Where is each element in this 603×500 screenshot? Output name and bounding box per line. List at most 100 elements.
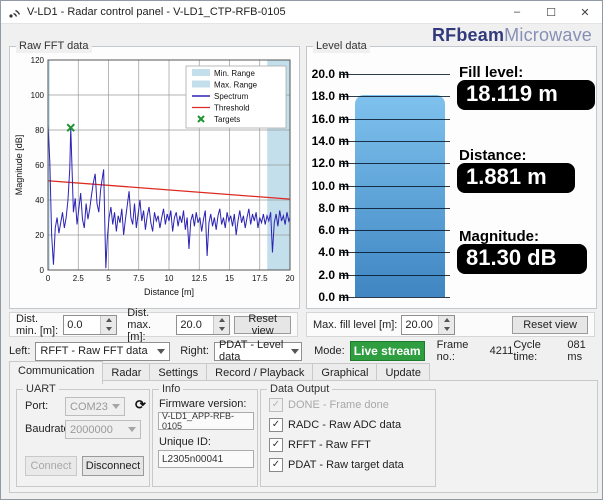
tank-scale-line — [341, 207, 450, 209]
tank-scale-line — [341, 252, 450, 254]
x-axis-label: Distance [m] — [144, 287, 194, 297]
frame-no-label: Frame no.: — [436, 339, 469, 363]
tank-scale-label: 10.0 m — [311, 178, 349, 193]
dist-min-stepper[interactable]: 0.0 — [63, 314, 118, 335]
tank-scale-label: 2.0 m — [318, 267, 349, 282]
unique-id-field: L2305n00041 — [158, 450, 254, 468]
tank-scale-label: 18.0 m — [311, 89, 349, 104]
chevron-down-icon — [108, 404, 124, 409]
dist-max-label: Dist. max. [m]: — [127, 306, 152, 343]
fft-chart[interactable]: 0 2.5 5 7.5 10 12.5 15 17.5 20 0 20 40 60 80 100 120 Dis… — [12, 52, 295, 303]
dist-min-arrows[interactable] — [100, 315, 117, 334]
tank-scale-label: 16.0 m — [311, 111, 349, 126]
max-fill-label: Max. fill level [m]: — [313, 318, 398, 331]
tab-communication[interactable]: Communication — [9, 361, 104, 384]
live-stream-badge: Live stream — [349, 341, 425, 361]
dist-max-stepper[interactable]: 20.0 — [176, 314, 231, 335]
dist-min-value[interactable]: 0.0 — [64, 316, 100, 334]
fill-level-value: 18.119 m — [457, 80, 595, 110]
minimize-button[interactable]: – — [500, 1, 534, 23]
tank-scale-label: 6.0 m — [318, 223, 349, 238]
dist-max-value[interactable]: 20.0 — [177, 316, 213, 334]
y-tick-label: 20 — [35, 231, 44, 240]
y-axis-label: Magnitude [dB] — [14, 135, 24, 196]
checkbox-row[interactable]: ✓ RFFT - Raw FFT — [269, 438, 371, 452]
checkbox-row[interactable]: ✓ RADC - Raw ADC data — [269, 418, 401, 432]
chevron-down-icon — [153, 348, 169, 354]
checkbox-icon: ✓ — [269, 398, 283, 412]
fft-controls-strip: Dist. min. [m]: 0.0 Dist. max. [m]: 20.0… — [9, 307, 298, 343]
checkbox-icon[interactable]: ✓ — [269, 438, 283, 452]
x-tick-label: 20 — [286, 274, 295, 283]
frame-no-value: 4211 — [489, 345, 514, 357]
x-tick-label: 0 — [46, 274, 51, 283]
logo-bold: RFbeam — [431, 25, 505, 45]
max-fill-stepper[interactable]: 20.00 — [401, 314, 456, 335]
legend-swatch — [192, 69, 210, 76]
right-display-select[interactable]: PDAT - Level data — [213, 339, 303, 363]
info-groupbox: Info Firmware version: V-LD1_APP-RFB-010… — [152, 382, 258, 487]
checkbox-row[interactable]: ✓ PDAT - Raw target data — [269, 458, 404, 472]
dist-max-arrows[interactable] — [213, 315, 230, 334]
checkbox-icon[interactable]: ✓ — [269, 418, 283, 432]
dist-min-label: Dist. min. [m]: — [16, 312, 59, 337]
disconnect-button[interactable]: Disconnect — [82, 456, 144, 476]
x-tick-label: 10 — [165, 274, 174, 283]
left-display-select[interactable]: RFFT - Raw FFT data — [35, 341, 171, 361]
checkbox-label: DONE - Frame done — [288, 399, 389, 411]
tank-scale-line — [341, 140, 450, 142]
y-tick-label: 60 — [35, 161, 44, 170]
y-tick-label: 100 — [31, 91, 45, 100]
logo-light: Microwave — [504, 25, 592, 45]
legend-label: Max. Range — [214, 81, 258, 90]
raw-fft-groupbox: Raw FFT data 0 2.5 5 7.5 10 12.5 15 17.5 20 0 20 40… — [9, 39, 300, 309]
maximize-button[interactable]: ☐ — [534, 1, 568, 23]
checkbox-row: ✓ DONE - Frame done — [269, 398, 389, 412]
mode-label: Mode: — [314, 345, 345, 357]
level-controls-strip: Max. fill level [m]: 20.00 Reset view — [306, 312, 595, 337]
left-display-value: RFFT - Raw FFT data — [40, 345, 148, 357]
tank-scale-label: 8.0 m — [318, 200, 349, 215]
y-tick-label: 40 — [35, 196, 44, 205]
port-value: COM23 — [70, 400, 108, 413]
window-title: V-LD1 - Radar control panel - V-LD1_CTP-… — [27, 6, 286, 18]
checkbox-label: RADC - Raw ADC data — [288, 419, 402, 431]
tank-scale-line — [341, 74, 450, 75]
tank-scale-line — [341, 163, 450, 165]
max-fill-value[interactable]: 20.00 — [402, 316, 438, 334]
tank-scale-label: 14.0 m — [311, 133, 349, 148]
left-combo-label: Left: — [9, 345, 31, 357]
raw-fft-title: Raw FFT data — [16, 39, 92, 53]
checkbox-icon[interactable]: ✓ — [269, 458, 283, 472]
tank-scale-line — [341, 274, 450, 276]
refresh-ports-icon[interactable]: ⟳ — [129, 397, 152, 413]
level-reset-view-button[interactable]: Reset view — [512, 315, 588, 334]
unique-id-label: Unique ID: — [159, 436, 211, 448]
fft-reset-view-button[interactable]: Reset view — [234, 313, 292, 337]
title-bar: V-LD1 - Radar control panel - V-LD1_CTP-… — [1, 1, 602, 24]
app-window: V-LD1 - Radar control panel - V-LD1_CTP-… — [0, 0, 603, 500]
port-select: COM23 — [65, 397, 125, 416]
distance-label: Distance: — [459, 147, 527, 164]
chevron-down-icon — [289, 348, 302, 354]
data-output-groupbox: Data Output ✓ DONE - Frame done ✓ RADC - Ra… — [260, 382, 436, 487]
tank-fill — [355, 94, 445, 297]
tank-scale-line — [341, 185, 450, 187]
y-tick-label: 120 — [31, 56, 45, 65]
baudrate-value: 2000000 — [70, 423, 113, 436]
tank-scale-label: 0.0 m — [318, 290, 349, 304]
level-groupbox: Level data 20.0 m 18.0 m 16.0 m 14.0 m 12.0 … — [306, 39, 597, 309]
data-output-title: Data Output — [267, 382, 333, 396]
right-display-value: PDAT - Level data — [218, 339, 284, 363]
close-button[interactable]: ✕ — [568, 1, 602, 23]
firmware-label: Firmware version: — [159, 398, 247, 410]
chevron-down-icon — [124, 427, 140, 432]
magnitude-value: 81.30 dB — [457, 244, 587, 274]
legend-label: Targets — [214, 115, 240, 124]
tank-scale-label: 12.0 m — [311, 156, 349, 171]
y-tick-label: 80 — [35, 126, 44, 135]
tank-scale-line — [341, 230, 450, 232]
max-fill-arrows[interactable] — [438, 315, 455, 334]
tank-scale-line — [341, 96, 450, 98]
magnitude-label: Magnitude: — [459, 228, 539, 245]
